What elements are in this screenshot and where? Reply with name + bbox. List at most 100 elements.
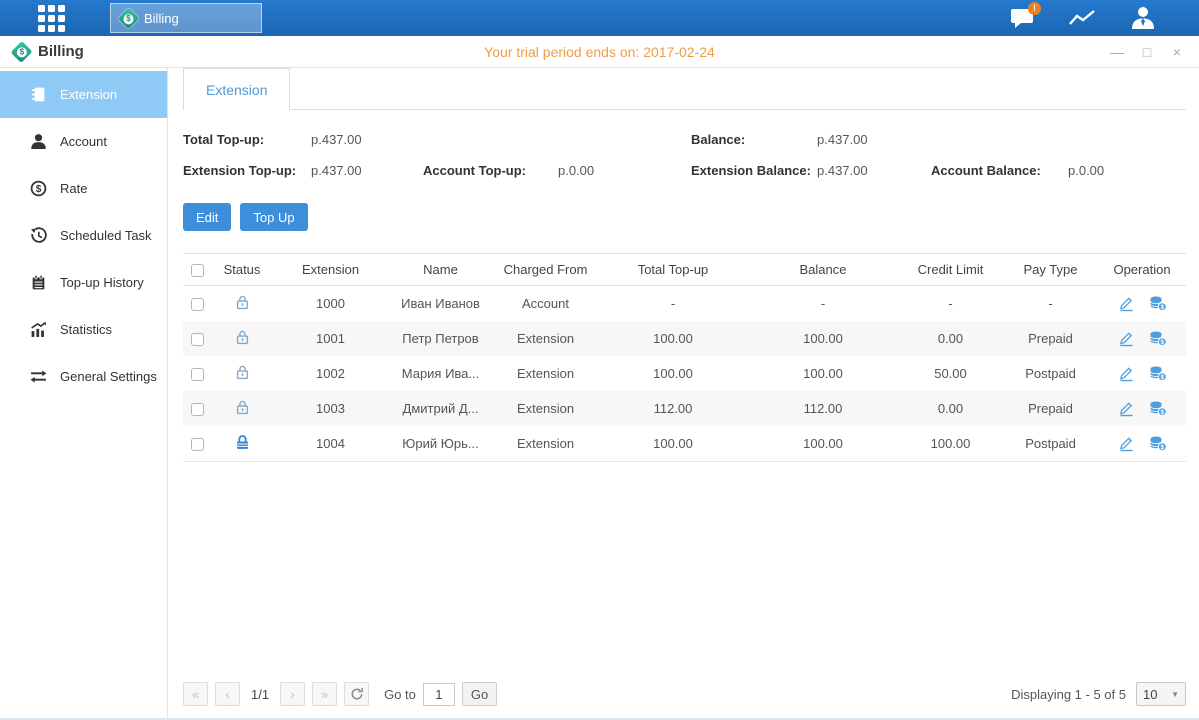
page-size-select[interactable]: 10 ▼ xyxy=(1136,682,1186,706)
displaying-label: Displaying 1 - 5 of 5 xyxy=(1011,687,1126,702)
notification-badge: ! xyxy=(1028,2,1041,15)
account-topup-label: Account Top-up: xyxy=(423,163,558,178)
taskbar: $ Billing ! xyxy=(0,0,1199,36)
user-account-icon[interactable] xyxy=(1127,4,1159,32)
col-credit-limit: Credit Limit xyxy=(898,254,1003,286)
status-cell xyxy=(211,321,273,356)
topup-row-icon[interactable]: $ xyxy=(1149,400,1167,417)
account-topup-value: p.0.00 xyxy=(558,163,691,178)
trial-notice: Your trial period ends on: 2017-02-24 xyxy=(0,44,1199,60)
topup-row-icon[interactable]: $ xyxy=(1149,330,1167,347)
total-topup-cell: - xyxy=(598,286,748,322)
sidebar-item-label: Account xyxy=(60,134,107,149)
page-indicator: 1/1 xyxy=(251,687,269,702)
operation-cell: $ xyxy=(1098,426,1186,461)
row-checkbox[interactable] xyxy=(191,298,204,311)
name-cell: Иван Иванов xyxy=(388,286,493,322)
refresh-button[interactable] xyxy=(344,682,369,706)
monitor-chart-icon[interactable] xyxy=(1067,4,1099,32)
status-cell xyxy=(211,426,273,462)
sidebar-item-extension[interactable]: Extension xyxy=(0,71,167,118)
topup-row-icon[interactable]: $ xyxy=(1149,435,1167,452)
extension-topup-value: p.437.00 xyxy=(311,163,423,178)
row-checkbox[interactable] xyxy=(191,403,204,416)
select-all-checkbox[interactable] xyxy=(191,264,204,277)
name-cell: Дмитрий Д... xyxy=(388,391,493,426)
next-page-button[interactable]: › xyxy=(280,682,305,706)
go-button[interactable]: Go xyxy=(462,682,497,706)
extension-icon xyxy=(30,86,47,103)
unlocked-icon xyxy=(234,399,251,416)
sidebar-item-statistics[interactable]: Statistics xyxy=(0,306,167,353)
main-content: Extension Total Top-up: p.437.00 Extensi… xyxy=(168,68,1199,718)
edit-row-icon[interactable] xyxy=(1118,330,1135,347)
table-row: 1002 Мария Ива... Extension 100.00 100.0… xyxy=(183,356,1186,391)
topup-button[interactable]: Top Up xyxy=(240,203,307,231)
last-page-button[interactable]: » xyxy=(312,682,337,706)
row-checkbox[interactable] xyxy=(191,368,204,381)
page-size-value: 10 xyxy=(1143,687,1157,702)
sidebar-item-label: Scheduled Task xyxy=(60,228,152,243)
credit-limit-cell: 0.00 xyxy=(898,321,1003,356)
goto-page-input[interactable] xyxy=(423,683,455,706)
operation-cell: $ xyxy=(1098,286,1186,321)
account-icon xyxy=(30,133,47,150)
minimize-icon[interactable]: — xyxy=(1109,44,1125,60)
extension-cell: 1004 xyxy=(273,426,388,462)
credit-limit-cell: - xyxy=(898,286,1003,322)
edit-row-icon[interactable] xyxy=(1118,400,1135,417)
sidebar-item-label: General Settings xyxy=(60,369,157,384)
sidebar-item-scheduled-task[interactable]: Scheduled Task xyxy=(0,212,167,259)
sidebar-item-label: Rate xyxy=(60,181,87,196)
table-header-row: Status Extension Name Charged From Total… xyxy=(183,254,1186,286)
sidebar-item-rate[interactable]: $ Rate xyxy=(0,165,167,212)
sidebar-item-general-settings[interactable]: General Settings xyxy=(0,353,167,400)
sidebar-item-label: Extension xyxy=(60,87,117,102)
edit-row-icon[interactable] xyxy=(1118,295,1135,312)
charged-from-cell: Extension xyxy=(493,426,598,462)
maximize-icon[interactable]: □ xyxy=(1139,44,1155,60)
topup-row-icon[interactable]: $ xyxy=(1149,295,1167,312)
topup-row-icon[interactable]: $ xyxy=(1149,365,1167,382)
action-buttons: Edit Top Up xyxy=(183,203,1186,231)
unlocked-icon xyxy=(234,364,251,381)
status-cell xyxy=(211,286,273,322)
charged-from-cell: Extension xyxy=(493,356,598,391)
extension-cell: 1003 xyxy=(273,391,388,426)
pay-type-cell: - xyxy=(1003,286,1098,322)
locked-icon xyxy=(234,434,251,451)
taskbar-billing-tab[interactable]: $ Billing xyxy=(110,3,262,33)
notifications-icon[interactable]: ! xyxy=(1007,4,1039,32)
app-launcher-icon[interactable] xyxy=(34,3,68,33)
operation-cell: $ xyxy=(1098,321,1186,356)
edit-button[interactable]: Edit xyxy=(183,203,231,231)
taskbar-right: ! xyxy=(1007,0,1159,36)
extension-cell: 1000 xyxy=(273,286,388,322)
prev-page-button[interactable]: ‹ xyxy=(215,682,240,706)
pagination-bar: « ‹ 1/1 › » Go to Go Displaying 1 - 5 of… xyxy=(183,672,1186,716)
sidebar-item-topup-history[interactable]: Top-up History xyxy=(0,259,167,306)
tab-extension[interactable]: Extension xyxy=(183,68,290,110)
rate-icon: $ xyxy=(30,180,47,197)
row-checkbox[interactable] xyxy=(191,333,204,346)
total-topup-cell: 112.00 xyxy=(598,391,748,426)
goto-label: Go to xyxy=(384,687,416,702)
table-row: 1000 Иван Иванов Account - - - - xyxy=(183,286,1186,322)
table-row: 1001 Петр Петров Extension 100.00 100.00… xyxy=(183,321,1186,356)
svg-text:$: $ xyxy=(1160,339,1164,346)
credit-limit-cell: 50.00 xyxy=(898,356,1003,391)
billing-window-icon: $ xyxy=(11,41,33,63)
edit-row-icon[interactable] xyxy=(1118,435,1135,452)
first-page-button[interactable]: « xyxy=(183,682,208,706)
balance-label: Balance: xyxy=(691,132,817,147)
svg-text:$: $ xyxy=(1160,304,1164,311)
close-icon[interactable]: × xyxy=(1169,44,1185,60)
extension-cell: 1002 xyxy=(273,356,388,391)
chevron-down-icon: ▼ xyxy=(1171,690,1179,699)
svg-text:$: $ xyxy=(1160,409,1164,416)
row-checkbox[interactable] xyxy=(191,438,204,451)
sidebar-item-account[interactable]: Account xyxy=(0,118,167,165)
edit-row-icon[interactable] xyxy=(1118,365,1135,382)
col-pay-type: Pay Type xyxy=(1003,254,1098,286)
pay-type-cell: Prepaid xyxy=(1003,391,1098,426)
